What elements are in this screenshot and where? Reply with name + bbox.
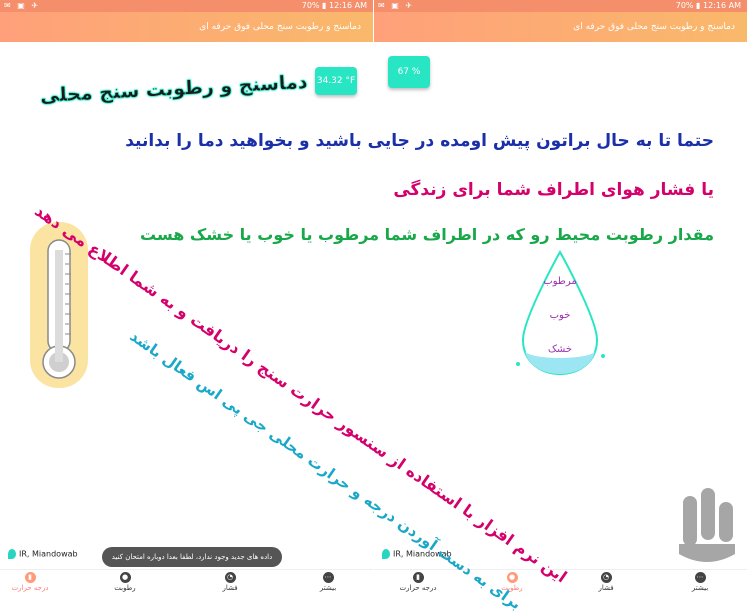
nav-pressure[interactable]: ◔ فشار: [200, 572, 260, 592]
more-nav-icon: ⋯: [694, 572, 706, 583]
humidity-drop-icon: مرطوب خوب خشک: [515, 248, 605, 378]
drop-label-dry: خشک: [547, 344, 573, 355]
app-logo-text: دماسنج و رطوبت سنج محلی: [39, 71, 309, 107]
status-time: 70% ▮ 12:16 AM: [301, 1, 367, 10]
location-pin-icon: [8, 549, 16, 559]
location-pin-icon: [382, 549, 390, 559]
more-nav-icon: ⋯: [322, 572, 334, 583]
nav-humidity[interactable]: ● رطوبت: [95, 572, 155, 592]
app-title: دماسنج و رطوبت سنج محلی فوق حرفه ای: [374, 12, 747, 42]
nav-more[interactable]: ⋯ بیشتر: [670, 572, 730, 592]
app-title: دماسنج و رطوبت سنج محلی فوق حرفه ای: [0, 12, 373, 42]
notification-icons: ✉ ▣ ✈: [378, 1, 415, 10]
gauge-nav-icon: ◔: [224, 572, 236, 583]
drop-label-humid: مرطوب: [543, 276, 577, 287]
toast-message: داده های جدید وجود ندارد، لطفا بعدا دوبا…: [102, 547, 282, 567]
nav-pressure[interactable]: ◔ فشار: [576, 572, 636, 592]
left-screen: ✉ ▣ ✈ 70% ▮ 12:16 AM دماسنج و رطوبت سنج …: [0, 0, 373, 600]
drop-nav-icon: ●: [119, 572, 131, 583]
drop-label-good: خوب: [549, 310, 571, 321]
promo-line-2: یا فشار هوای اطراف شما برای زندگی: [393, 180, 714, 200]
status-bar: ✉ ▣ ✈ 70% ▮ 12:16 AM: [374, 0, 747, 12]
location-label: IR, Miandowab: [8, 549, 78, 559]
store-logo-icon: [677, 488, 737, 566]
bottom-nav: ▮ درجه حرارت ● رطوبت ◔ فشار ⋯ بیشتر: [0, 569, 373, 600]
status-time: 70% ▮ 12:16 AM: [675, 1, 741, 10]
nav-more[interactable]: ⋯ بیشتر: [298, 572, 358, 592]
status-bar: ✉ ▣ ✈ 70% ▮ 12:16 AM: [0, 0, 373, 12]
thermometer-nav-icon: ▮: [24, 572, 36, 583]
gauge-nav-icon: ◔: [600, 572, 612, 583]
nav-temperature[interactable]: ▮ درجه حرارت: [0, 572, 60, 592]
temperature-badge: 34.32 °F: [315, 67, 357, 95]
promo-line-3: مقدار رطوبت محیط رو که در اطراف شما مرطو…: [140, 225, 714, 244]
humidity-badge: 67 %: [388, 56, 430, 88]
nav-temperature[interactable]: ▮ درجه حرارت: [388, 572, 448, 592]
notification-icons: ✉ ▣ ✈: [4, 1, 41, 10]
drop-nav-icon: ●: [506, 572, 518, 583]
thermometer-nav-icon: ▮: [412, 572, 424, 583]
promo-line-1: حتما تا به حال براتون پیش اومده در جایی …: [125, 131, 714, 151]
